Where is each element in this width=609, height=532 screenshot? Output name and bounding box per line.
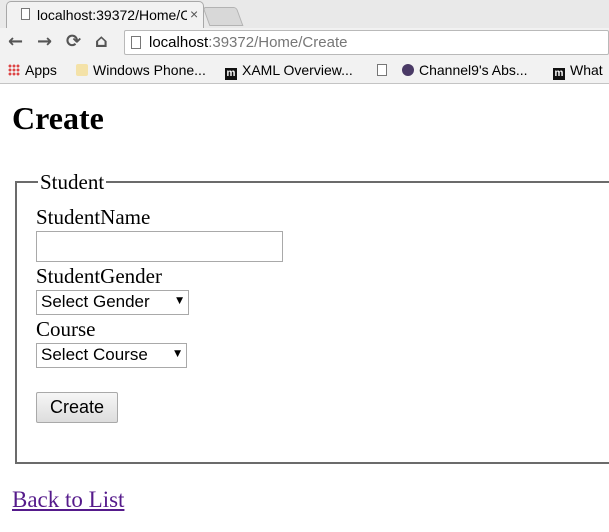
student-fieldset: Student StudentName StudentGender Select… <box>15 170 609 464</box>
bookmark-blank[interactable] <box>377 62 392 78</box>
apps-grid-icon <box>8 64 20 76</box>
forward-arrow-icon[interactable]: → <box>37 32 52 52</box>
page-icon <box>377 64 387 76</box>
bookmark-channel9[interactable]: Channel9's Abs... <box>402 62 528 78</box>
bookmark-xaml-overview[interactable]: m XAML Overview... <box>225 62 353 80</box>
address-bar[interactable]: localhost:39372/Home/Create <box>124 30 609 55</box>
m-icon: m <box>553 68 565 80</box>
course-select-value: Select Course <box>41 345 148 364</box>
new-tab-button[interactable] <box>202 7 244 26</box>
bookmarks-bar: Apps Windows Phone... m XAML Overview... … <box>0 58 609 84</box>
tab-strip: localhost:39372/Home/Create × <box>0 0 609 28</box>
document-icon <box>21 8 30 20</box>
gender-select-value: Select Gender <box>41 292 150 311</box>
course-select[interactable]: Select Course ▼ <box>36 343 187 368</box>
page-title: Create <box>12 100 104 136</box>
course-label: Course <box>36 317 96 341</box>
close-tab-icon[interactable]: × <box>190 6 198 22</box>
bookmark-apps[interactable]: Apps <box>8 62 57 78</box>
browser-tab[interactable]: localhost:39372/Home/Create × <box>6 1 204 28</box>
bookmark-what[interactable]: m What <box>553 62 603 80</box>
student-gender-label: StudentGender <box>36 264 162 288</box>
student-name-input[interactable] <box>36 231 283 262</box>
home-icon[interactable]: ⌂ <box>95 32 108 52</box>
windows-phone-icon <box>76 64 88 76</box>
reload-icon[interactable]: ⟳ <box>66 32 81 52</box>
back-to-list-link[interactable]: Back to List <box>12 487 124 513</box>
channel9-icon <box>402 64 414 76</box>
dropdown-arrow-icon: ▼ <box>176 296 183 306</box>
gender-select[interactable]: Select Gender ▼ <box>36 290 189 315</box>
tab-title: localhost:39372/Home/Create <box>37 7 187 23</box>
url-text: localhost:39372/Home/Create <box>149 34 348 51</box>
student-name-label: StudentName <box>36 205 151 229</box>
back-arrow-icon[interactable]: ← <box>8 32 23 52</box>
fieldset-legend: Student <box>38 170 107 195</box>
create-button[interactable]: Create <box>36 392 118 423</box>
bookmark-windows-phone[interactable]: Windows Phone... <box>76 62 206 78</box>
page-info-icon <box>131 36 141 49</box>
m-icon: m <box>225 68 237 80</box>
browser-toolbar: ← → ⟳ ⌂ localhost:39372/Home/Create <box>0 28 609 58</box>
dropdown-arrow-icon: ▼ <box>174 349 181 359</box>
